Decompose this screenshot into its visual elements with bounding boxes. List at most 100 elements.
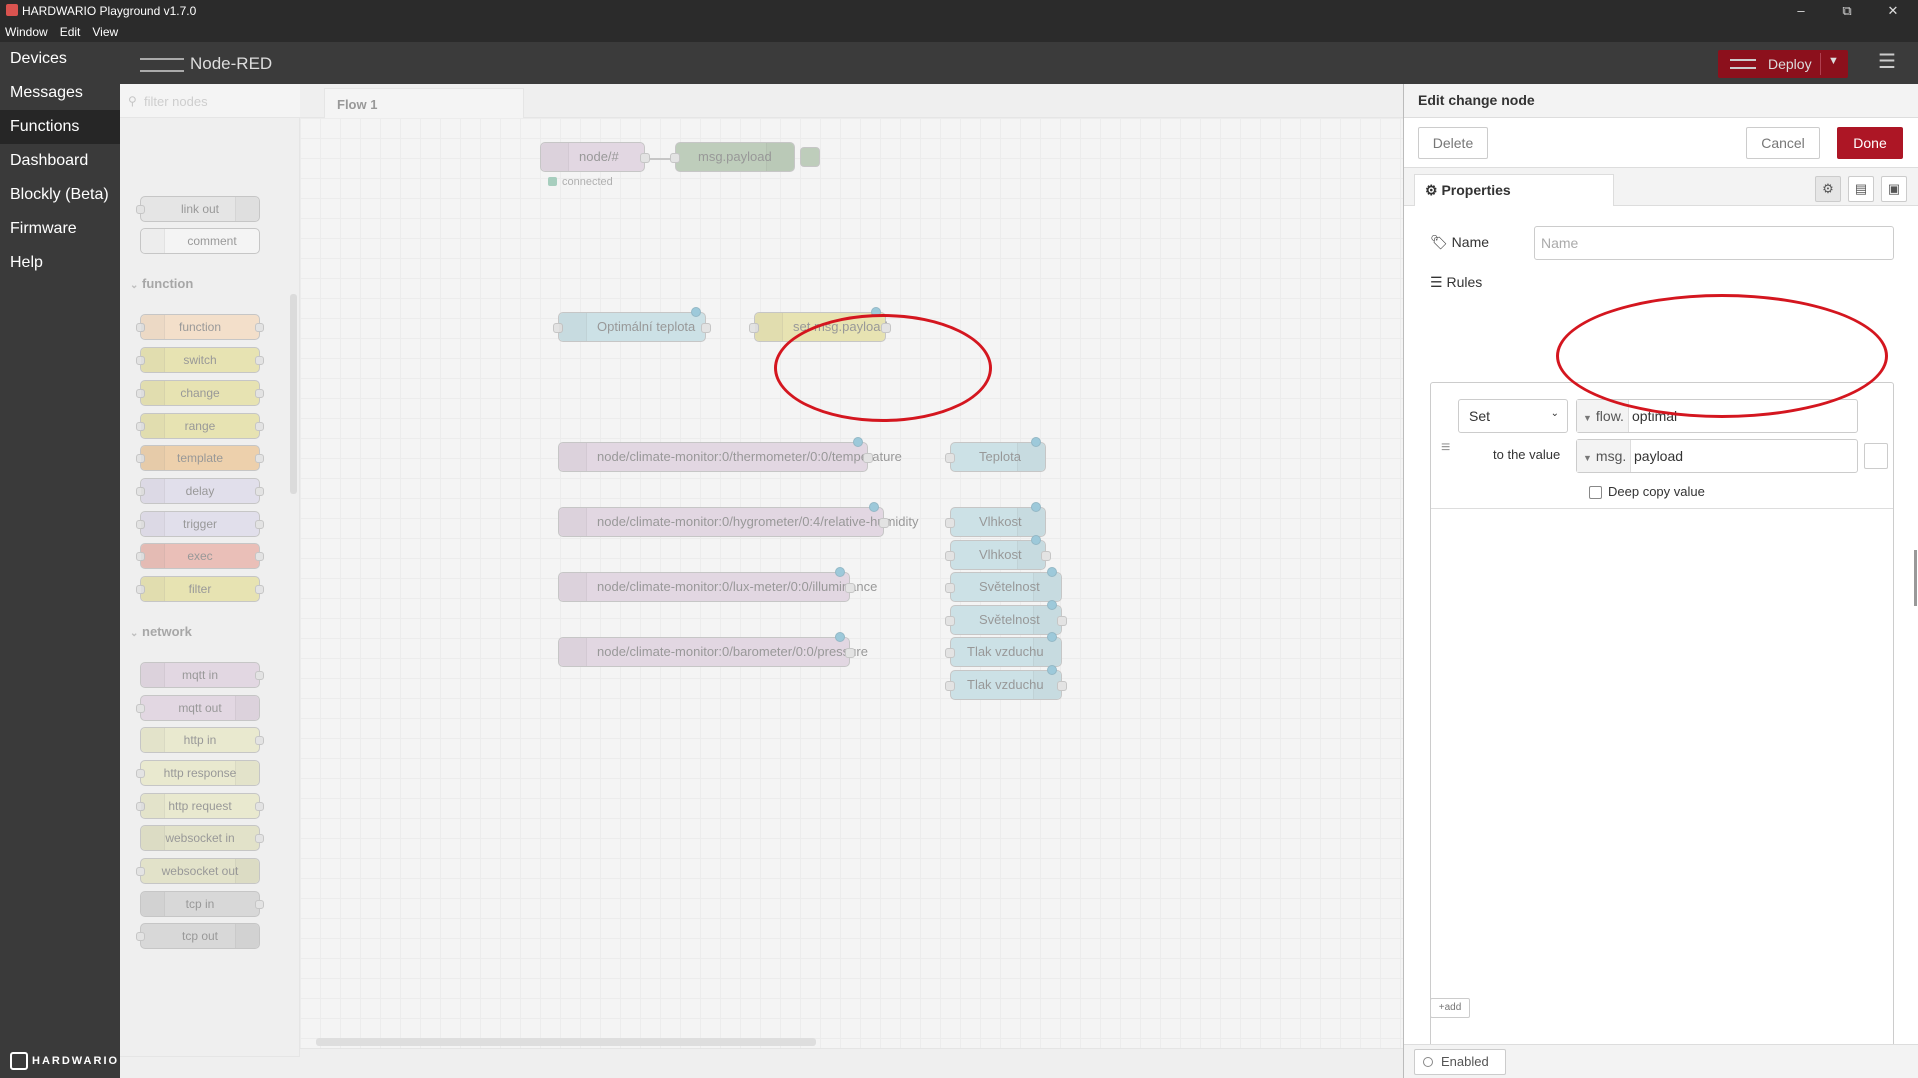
tab-properties[interactable]: ⚙ Properties — [1414, 174, 1614, 206]
expression-editor-button[interactable] — [1864, 443, 1888, 469]
palette-node-http-in[interactable]: http in — [140, 727, 264, 753]
window-scrollbar[interactable] — [1914, 550, 1917, 606]
palette-node-http-request[interactable]: http request — [136, 793, 264, 819]
nav-firmware[interactable]: Firmware — [0, 212, 120, 246]
palette-node-websocket-in[interactable]: websocket in — [140, 825, 264, 851]
flow-node-ui-teplota[interactable]: Teplota — [945, 437, 1046, 472]
flow-node-ui-tlak-chart[interactable]: Tlak vzduchu — [945, 665, 1067, 700]
debug-toggle-button[interactable] — [800, 147, 820, 167]
cancel-button[interactable]: Cancel — [1746, 127, 1820, 159]
nodered-header: Node-RED Deploy ▼ ☰ — [120, 42, 1918, 84]
drag-handle-icon[interactable]: ≡ — [1441, 439, 1450, 457]
port — [1041, 551, 1051, 561]
nav-devices[interactable]: Devices — [0, 42, 120, 76]
palette-node-http-response[interactable]: http response — [136, 760, 260, 786]
trigger-icon — [141, 512, 165, 536]
deploy-label: Deploy — [1768, 56, 1812, 72]
flow-node-ui-svetelnost-gauge[interactable]: Světelnost — [945, 567, 1062, 602]
workspace-scrollbar[interactable] — [316, 1038, 816, 1046]
menu-window[interactable]: Window — [0, 22, 54, 39]
palette-node-websocket-out[interactable]: websocket out — [136, 858, 260, 884]
delete-button[interactable]: Delete — [1418, 127, 1488, 159]
palette-node-trigger[interactable]: trigger — [136, 511, 264, 537]
flow-node-mqtt-temperature[interactable]: node/climate-monitor:0/thermometer/0:0/t… — [558, 437, 902, 472]
palette-node-tcp-in[interactable]: tcp in — [140, 891, 264, 917]
palette-filter-input[interactable]: filter nodes — [144, 94, 208, 109]
nav-dashboard[interactable]: Dashboard — [0, 144, 120, 178]
nav-messages[interactable]: Messages — [0, 76, 120, 110]
add-rule-button[interactable]: +add — [1430, 998, 1470, 1018]
nav-blockly[interactable]: Blockly (Beta) — [0, 178, 120, 212]
minimize-button[interactable]: – — [1778, 0, 1824, 22]
port — [945, 616, 955, 626]
deep-copy-checkbox[interactable] — [1589, 486, 1602, 499]
rule-source-type[interactable]: ▼ msg. — [1577, 440, 1632, 472]
palette-node-label: http in — [183, 733, 217, 747]
nav-functions[interactable]: Functions — [0, 110, 120, 144]
palette-node-tcp-out[interactable]: tcp out — [136, 923, 260, 949]
palette-category-function[interactable]: ⌄ function — [130, 276, 280, 294]
palette-scrollbar[interactable] — [288, 124, 298, 1054]
rule-source-input[interactable]: ▼ msg. payload — [1576, 439, 1858, 473]
flow-node-ui-optimal[interactable]: Optimální teplota — [553, 307, 711, 342]
globe-icon — [141, 794, 165, 818]
globe-icon — [235, 761, 259, 785]
rule-target-type-label: flow. — [1595, 408, 1624, 424]
maximize-button[interactable]: ⧉ — [1824, 0, 1870, 22]
deploy-button[interactable]: Deploy ▼ — [1718, 50, 1848, 78]
nav-help[interactable]: Help — [0, 246, 120, 280]
palette-scroll-thumb[interactable] — [290, 294, 297, 494]
palette-node-change[interactable]: change — [136, 380, 264, 406]
palette-node-filter[interactable]: filter — [136, 576, 264, 602]
flow-node-ui-vlhkost-gauge[interactable]: Vlhkost — [945, 502, 1046, 537]
main-menu-icon[interactable]: ☰ — [1878, 52, 1898, 72]
palette-node-mqtt-out[interactable]: mqtt out — [136, 695, 260, 721]
timer-icon — [141, 479, 165, 503]
flow-node-ui-tlak-gauge[interactable]: Tlak vzduchu — [945, 632, 1062, 667]
flow-node-mqtt-illuminance[interactable]: node/climate-monitor:0/lux-meter/0:0/ill… — [558, 567, 877, 602]
palette-node-template[interactable]: template — [136, 445, 264, 471]
flow-node-mqtt-pressure[interactable]: node/climate-monitor:0/barometer/0:0/pre… — [558, 632, 868, 667]
menu-edit[interactable]: Edit — [54, 22, 87, 39]
palette-node-label: change — [180, 386, 220, 400]
palette-node-mqtt-in[interactable]: mqtt in — [140, 662, 264, 688]
name-input[interactable]: Name — [1534, 226, 1894, 260]
settings-icon[interactable]: ⚙ — [1815, 176, 1841, 202]
rule-target-type[interactable]: ▼ flow. — [1577, 400, 1629, 432]
enabled-toggle[interactable]: Enabled — [1414, 1049, 1506, 1075]
palette-node-label: mqtt in — [181, 668, 218, 682]
palette-node-link-out[interactable]: link out — [136, 196, 260, 222]
flow-node-mqtt-humidity[interactable]: node/climate-monitor:0/hygrometer/0:4/re… — [558, 502, 919, 537]
workspace-tabs: Flow 1 — [300, 84, 1403, 118]
palette-node-comment[interactable]: comment — [140, 228, 260, 254]
flow-node-debug[interactable]: msg.payload — [670, 142, 795, 172]
port — [255, 900, 264, 909]
palette-node-range[interactable]: range — [136, 413, 264, 439]
flow-node-ui-vlhkost-chart[interactable]: Vlhkost — [945, 535, 1051, 570]
deploy-dropdown-icon[interactable]: ▼ — [1828, 55, 1839, 67]
description-icon[interactable]: ▤ — [1848, 176, 1874, 202]
palette-node-label: exec — [187, 549, 213, 563]
rule-action-select[interactable]: Set ⌄ — [1458, 399, 1568, 433]
flow-node-change[interactable]: set msg.payload — [749, 307, 891, 342]
rule-target-input[interactable]: ▼ flow. optimal — [1576, 399, 1858, 433]
flow-node-mqtt-all[interactable]: node/# — [540, 142, 650, 172]
rules-label: ☰ Rules — [1430, 274, 1482, 291]
appearance-icon[interactable]: ▣ — [1881, 176, 1907, 202]
palette-node-function[interactable]: function — [136, 314, 264, 340]
changed-dot — [835, 567, 845, 577]
palette-node-switch[interactable]: switch — [136, 347, 264, 373]
flow-node-label: node/climate-monitor:0/barometer/0:0/pre… — [597, 644, 868, 659]
tab-flow-1[interactable]: Flow 1 — [324, 88, 524, 118]
close-button[interactable]: ✕ — [1870, 0, 1916, 22]
palette-node-delay[interactable]: delay — [136, 478, 264, 504]
comment-icon — [141, 229, 165, 253]
palette-filter[interactable]: ⚲ filter nodes — [120, 84, 300, 118]
done-button[interactable]: Done — [1837, 127, 1903, 159]
palette-category-network[interactable]: ⌄ network — [130, 624, 280, 642]
flow-node-ui-svetelnost-chart[interactable]: Světelnost — [945, 600, 1067, 635]
menu-view[interactable]: View — [86, 22, 124, 39]
flow-node-label: node/climate-monitor:0/hygrometer/0:4/re… — [597, 514, 919, 529]
palette-node-exec[interactable]: exec — [136, 543, 264, 569]
left-navigation: Devices Messages Functions Dashboard Blo… — [0, 42, 120, 1078]
